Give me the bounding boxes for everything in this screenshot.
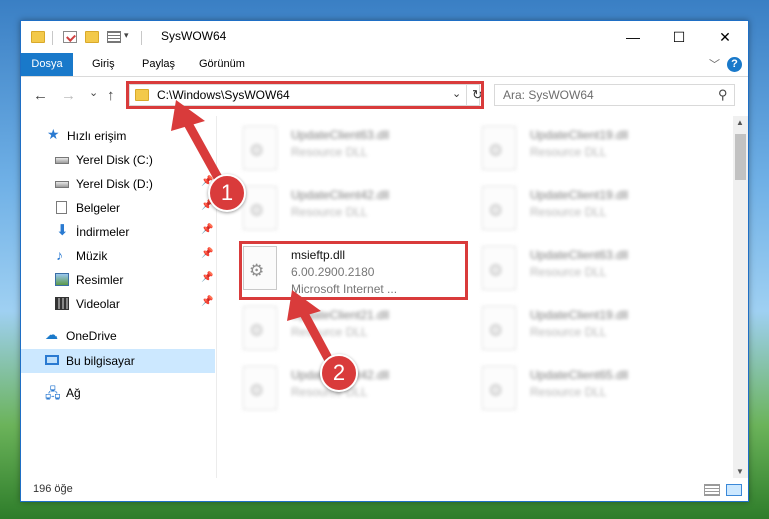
annotation-arrows <box>171 100 335 367</box>
step-1-badge: 1 <box>208 174 246 212</box>
arrow-1 <box>171 100 227 190</box>
step-2-badge: 2 <box>320 354 358 392</box>
arrow-2 <box>287 290 335 367</box>
